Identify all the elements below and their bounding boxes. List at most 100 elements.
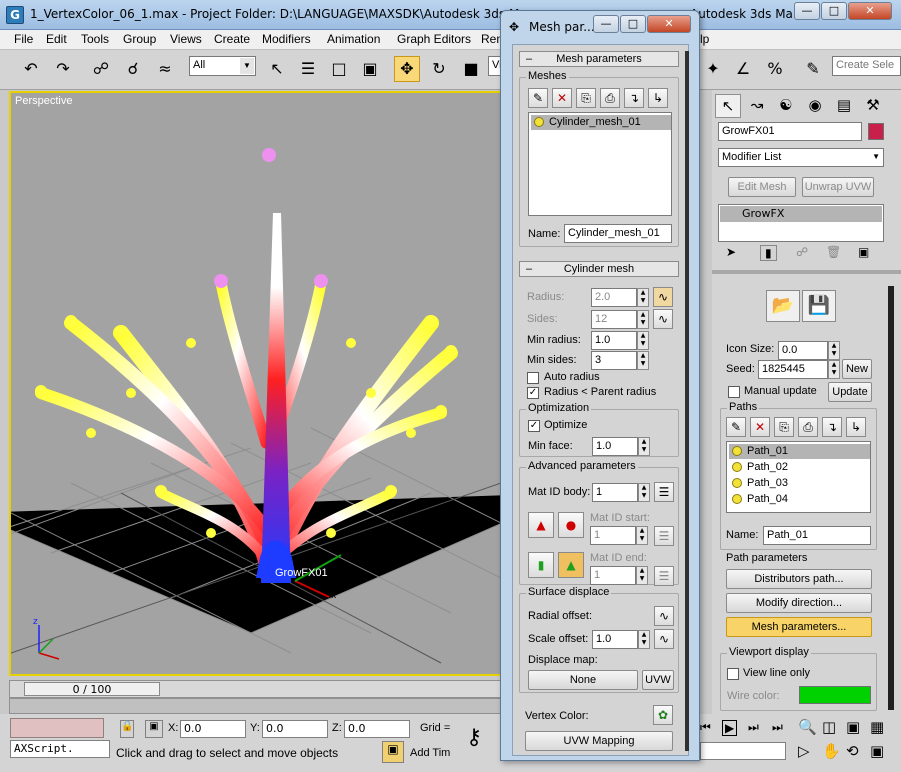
radius-field[interactable]: 2.0	[591, 288, 637, 307]
seed-spinner[interactable]: ▲ ▼	[828, 360, 840, 379]
move-path-down-icon[interactable]: ↳	[846, 417, 866, 437]
go-to-end-icon[interactable]: ⏭	[772, 720, 783, 735]
motion-tab-icon[interactable]: ◉	[802, 94, 828, 118]
menu-tools[interactable]: Tools	[81, 32, 109, 46]
dialog-minimize-button[interactable]: —	[593, 15, 619, 33]
mat-id-start-list-icon[interactable]: ☰	[654, 526, 674, 546]
modify-tab-icon[interactable]: ↝	[744, 94, 770, 118]
zoom-all-icon[interactable]: ◫	[822, 718, 836, 736]
displace-map-none-button[interactable]: None	[528, 670, 638, 690]
menu-group[interactable]: Group	[123, 32, 156, 46]
dialog-maximize-button[interactable]: □	[620, 15, 646, 33]
cap-start-round-icon[interactable]: ●	[558, 512, 584, 538]
current-frame-field[interactable]	[700, 742, 786, 760]
menu-create[interactable]: Create	[214, 32, 250, 46]
list-item[interactable]: Path_04	[729, 492, 870, 507]
lightbulb-icon[interactable]	[732, 478, 742, 488]
snaps-toggle-icon[interactable]: ✦	[700, 56, 726, 82]
selection-filter-dropdown[interactable]: All ▼	[189, 56, 256, 76]
sides-spinner[interactable]: ▲ ▼	[637, 310, 649, 329]
utilities-tab-icon[interactable]: ⚒	[860, 94, 886, 118]
drag-handle-icon[interactable]: ✥	[509, 20, 519, 34]
optimize-checkbox[interactable]: ✓	[528, 420, 540, 432]
menu-graph-editors[interactable]: Graph Editors	[397, 32, 471, 46]
mat-id-list-icon[interactable]: ☰	[654, 482, 674, 502]
new-seed-button[interactable]: New	[842, 359, 872, 379]
move-mesh-up-icon[interactable]: ↴	[624, 88, 644, 108]
min-radius-field[interactable]: 1.0	[591, 331, 637, 350]
unlink-icon[interactable]: ☌	[120, 56, 146, 82]
dialog-close-button[interactable]: ✕	[647, 15, 691, 33]
zoom-extents-icon[interactable]: ▣	[846, 718, 860, 736]
time-slider-thumb[interactable]: 0 / 100	[24, 682, 160, 696]
maximize-button[interactable]: □	[821, 2, 847, 20]
copy-mesh-icon[interactable]: ⎘	[576, 88, 596, 108]
perspective-viewport[interactable]: Perspective GrowFX01 x y z	[9, 91, 502, 676]
close-button[interactable]: ✕	[848, 2, 892, 20]
key-icon[interactable]: ⚷	[453, 716, 495, 760]
path-name-field[interactable]: Path_01	[763, 526, 871, 545]
menu-views[interactable]: Views	[170, 32, 202, 46]
pan-icon[interactable]: ✋	[822, 742, 841, 760]
edit-named-selection-icon[interactable]: ✎	[800, 56, 826, 82]
cylinder-mesh-rollout-header[interactable]: – Cylinder mesh	[519, 261, 679, 277]
add-path-icon[interactable]: ✎	[726, 417, 746, 437]
modify-direction-button[interactable]: Modify direction...	[726, 593, 872, 613]
delete-path-icon[interactable]: ✕	[750, 417, 770, 437]
maxscript-listener-output[interactable]	[10, 718, 104, 738]
select-move-icon[interactable]: ✥	[394, 56, 420, 82]
remove-modifier-icon[interactable]: 🗑	[826, 245, 841, 259]
select-object-icon[interactable]: ↖	[264, 56, 290, 82]
menu-help[interactable]: lp	[700, 32, 709, 46]
menu-animation[interactable]: Animation	[327, 32, 380, 46]
play-icon[interactable]: ▶	[722, 720, 738, 736]
undo-icon[interactable]: ↶	[18, 56, 44, 82]
z-coordinate-field[interactable]: 0.0	[344, 720, 410, 738]
paste-path-icon[interactable]: ⎙	[798, 417, 818, 437]
move-path-up-icon[interactable]: ↴	[822, 417, 842, 437]
field-of-view-icon[interactable]: ▷	[798, 742, 810, 760]
view-line-only-checkbox[interactable]	[727, 668, 739, 680]
displace-uvw-button[interactable]: UVW	[642, 670, 674, 690]
wire-color-swatch[interactable]	[799, 686, 871, 704]
x-coordinate-field[interactable]: 0.0	[180, 720, 246, 738]
sides-field[interactable]: 12	[591, 310, 637, 329]
min-face-field[interactable]: 1.0	[592, 437, 638, 456]
min-radius-spinner[interactable]: ▲ ▼	[637, 331, 649, 350]
create-tab-icon[interactable]: ↖	[715, 94, 741, 118]
show-end-result-icon[interactable]: ▮	[760, 245, 777, 261]
min-sides-spinner[interactable]: ▲ ▼	[637, 351, 649, 370]
radius-curve-icon[interactable]: ∿	[653, 287, 673, 307]
seed-field[interactable]: 1825445	[758, 360, 828, 379]
distributors-path-button[interactable]: Distributors path...	[726, 569, 872, 589]
mat-id-end-field[interactable]: 1	[590, 566, 636, 585]
cap-start-icon[interactable]: ▲	[528, 512, 554, 538]
lightbulb-icon[interactable]	[534, 117, 544, 127]
lock-selection-icon[interactable]: 🔒	[120, 720, 134, 738]
app-icon[interactable]: G	[6, 6, 24, 24]
min-sides-field[interactable]: 3	[591, 351, 637, 370]
create-selection-set-input[interactable]: Create Sele	[832, 56, 901, 76]
list-item[interactable]: Path_01	[729, 444, 870, 459]
object-color-swatch[interactable]	[868, 123, 884, 140]
scale-offset-spinner[interactable]: ▲ ▼	[638, 630, 650, 649]
bind-spacewarp-icon[interactable]: ≈	[152, 56, 178, 82]
mat-id-end-list-icon[interactable]: ☰	[654, 566, 674, 586]
select-by-name-icon[interactable]: ☰	[295, 56, 321, 82]
modifier-list-dropdown[interactable]: Modifier List ▼	[718, 148, 884, 167]
scale-offset-curve-icon[interactable]: ∿	[654, 629, 674, 649]
time-slider[interactable]: 0 / 100	[9, 680, 502, 698]
cap-end-icon[interactable]: ▮	[528, 552, 554, 578]
paste-mesh-icon[interactable]: ⎙	[600, 88, 620, 108]
mesh-parameters-rollout-header[interactable]: – Mesh parameters	[519, 51, 679, 67]
menu-modifiers[interactable]: Modifiers	[262, 32, 311, 46]
display-tab-icon[interactable]: ▤	[831, 94, 857, 118]
orbit-icon[interactable]: ⟲	[846, 742, 859, 760]
list-item[interactable]: Cylinder_mesh_01	[531, 115, 671, 130]
mat-id-body-field[interactable]: 1	[592, 483, 638, 502]
select-rotate-icon[interactable]: ↻	[426, 56, 452, 82]
angle-snap-icon[interactable]: ∠	[730, 56, 756, 82]
lightbulb-icon[interactable]	[732, 446, 742, 456]
mat-id-start-field[interactable]: 1	[590, 526, 636, 545]
radial-offset-curve-icon[interactable]: ∿	[654, 606, 674, 626]
